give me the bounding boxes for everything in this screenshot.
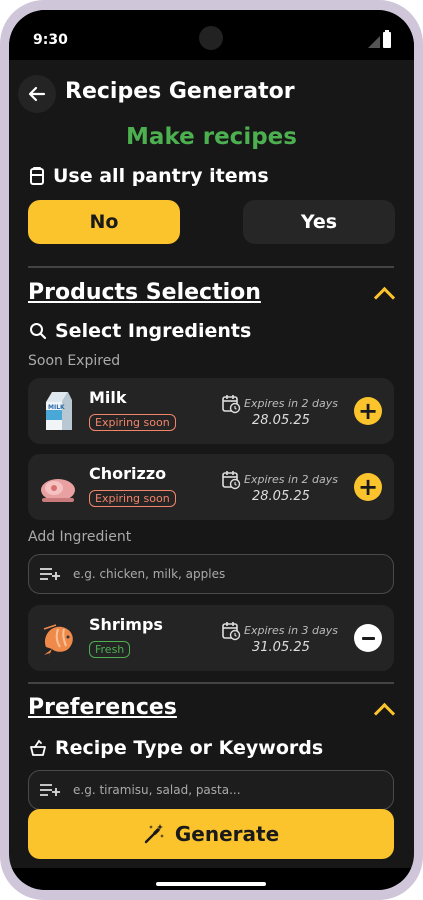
back-button[interactable] (18, 75, 56, 113)
status-badge: Expiring soon (89, 414, 176, 431)
plus-icon: + (357, 473, 379, 501)
bowl-icon (30, 739, 46, 756)
navigation-bar (9, 868, 414, 890)
ingredient-placeholder: e.g. chicken, milk, apples (73, 567, 226, 581)
remove-ingredient-button[interactable] (354, 624, 382, 652)
ingredient-input[interactable]: e.g. chicken, milk, apples (28, 554, 394, 594)
arrow-left-icon (28, 86, 46, 102)
plus-icon: + (357, 397, 379, 425)
expiry-date: 28.05.25 (252, 489, 310, 504)
status-time: 9:30 (33, 32, 68, 48)
pantry-yes-button[interactable]: Yes (243, 200, 395, 244)
magic-wand-icon (144, 824, 164, 844)
add-ingredient-label: Add Ingredient (28, 529, 132, 545)
playlist-add-icon (40, 784, 60, 796)
status-bar: 9:30 (9, 10, 414, 60)
phone-frame: 9:30 Recipes Generator Make recipes Use … (0, 0, 423, 900)
expires-text: Expires in 2 days (244, 397, 338, 410)
calendar-clock-icon (222, 622, 241, 641)
app-screen: 9:30 Recipes Generator Make recipes Use … (9, 10, 414, 890)
chevron-up-icon[interactable] (373, 702, 396, 725)
products-section-title[interactable]: Products Selection (28, 280, 261, 305)
pantry-no-button[interactable]: No (28, 200, 180, 244)
expiry-date: 28.05.25 (252, 413, 310, 428)
make-recipes-heading: Make recipes (126, 124, 297, 150)
status-badge: Expiring soon (89, 490, 176, 507)
ingredient-name: Shrimps (89, 615, 163, 634)
pantry-jar-icon (30, 167, 44, 185)
add-ingredient-button[interactable]: + (354, 473, 382, 501)
expires-text: Expires in 2 days (244, 473, 338, 486)
milk-carton-icon: MILK (46, 392, 72, 430)
status-badge: Fresh (89, 641, 131, 658)
ingredient-name: Milk (89, 388, 127, 407)
select-ingredients-row: Select Ingredients (29, 320, 251, 342)
selected-ingredient-card: Shrimps Fresh Expires in 3 days 31.05.25 (28, 605, 394, 671)
ingredient-name: Chorizzo (89, 464, 167, 483)
pantry-row: Use all pantry items (29, 165, 269, 187)
camera-cutout (199, 26, 223, 50)
calendar-clock-icon (222, 395, 241, 414)
add-ingredient-button[interactable]: + (354, 397, 382, 425)
select-ingredients-label: Select Ingredients (55, 320, 252, 342)
divider (28, 266, 394, 268)
svg-text:MILK: MILK (48, 404, 65, 411)
shrimp-icon (43, 624, 73, 658)
app-header: Recipes Generator (9, 70, 414, 118)
calendar-clock-icon (222, 471, 241, 490)
minus-icon (361, 636, 375, 640)
recipe-type-label: Recipe Type or Keywords (55, 737, 324, 759)
page-title: Recipes Generator (65, 79, 295, 104)
soon-expired-label: Soon Expired (28, 353, 121, 369)
keywords-placeholder: e.g. tiramisu, salad, pasta... (73, 783, 241, 797)
generate-button[interactable]: Generate (28, 809, 394, 859)
expires-text: Expires in 3 days (244, 624, 338, 637)
home-indicator[interactable] (156, 882, 266, 886)
battery-icon (383, 30, 391, 48)
expiry-date: 31.05.25 (252, 640, 310, 655)
keywords-input[interactable]: e.g. tiramisu, salad, pasta... (28, 770, 394, 810)
ingredient-card: MILK Milk Expiring soon Expires in 2 day… (28, 378, 394, 444)
ingredient-card: Chorizzo Expiring soon Expires in 2 days… (28, 454, 394, 520)
signal-icon (368, 36, 380, 48)
preferences-section-title[interactable]: Preferences (28, 695, 177, 720)
chorizo-icon (41, 479, 75, 502)
recipe-type-row: Recipe Type or Keywords (29, 737, 323, 759)
generate-label: Generate (174, 822, 280, 846)
divider (28, 682, 394, 684)
playlist-add-icon (40, 568, 60, 580)
search-icon (30, 323, 47, 340)
chevron-up-icon[interactable] (373, 286, 396, 309)
pantry-label: Use all pantry items (53, 165, 269, 187)
